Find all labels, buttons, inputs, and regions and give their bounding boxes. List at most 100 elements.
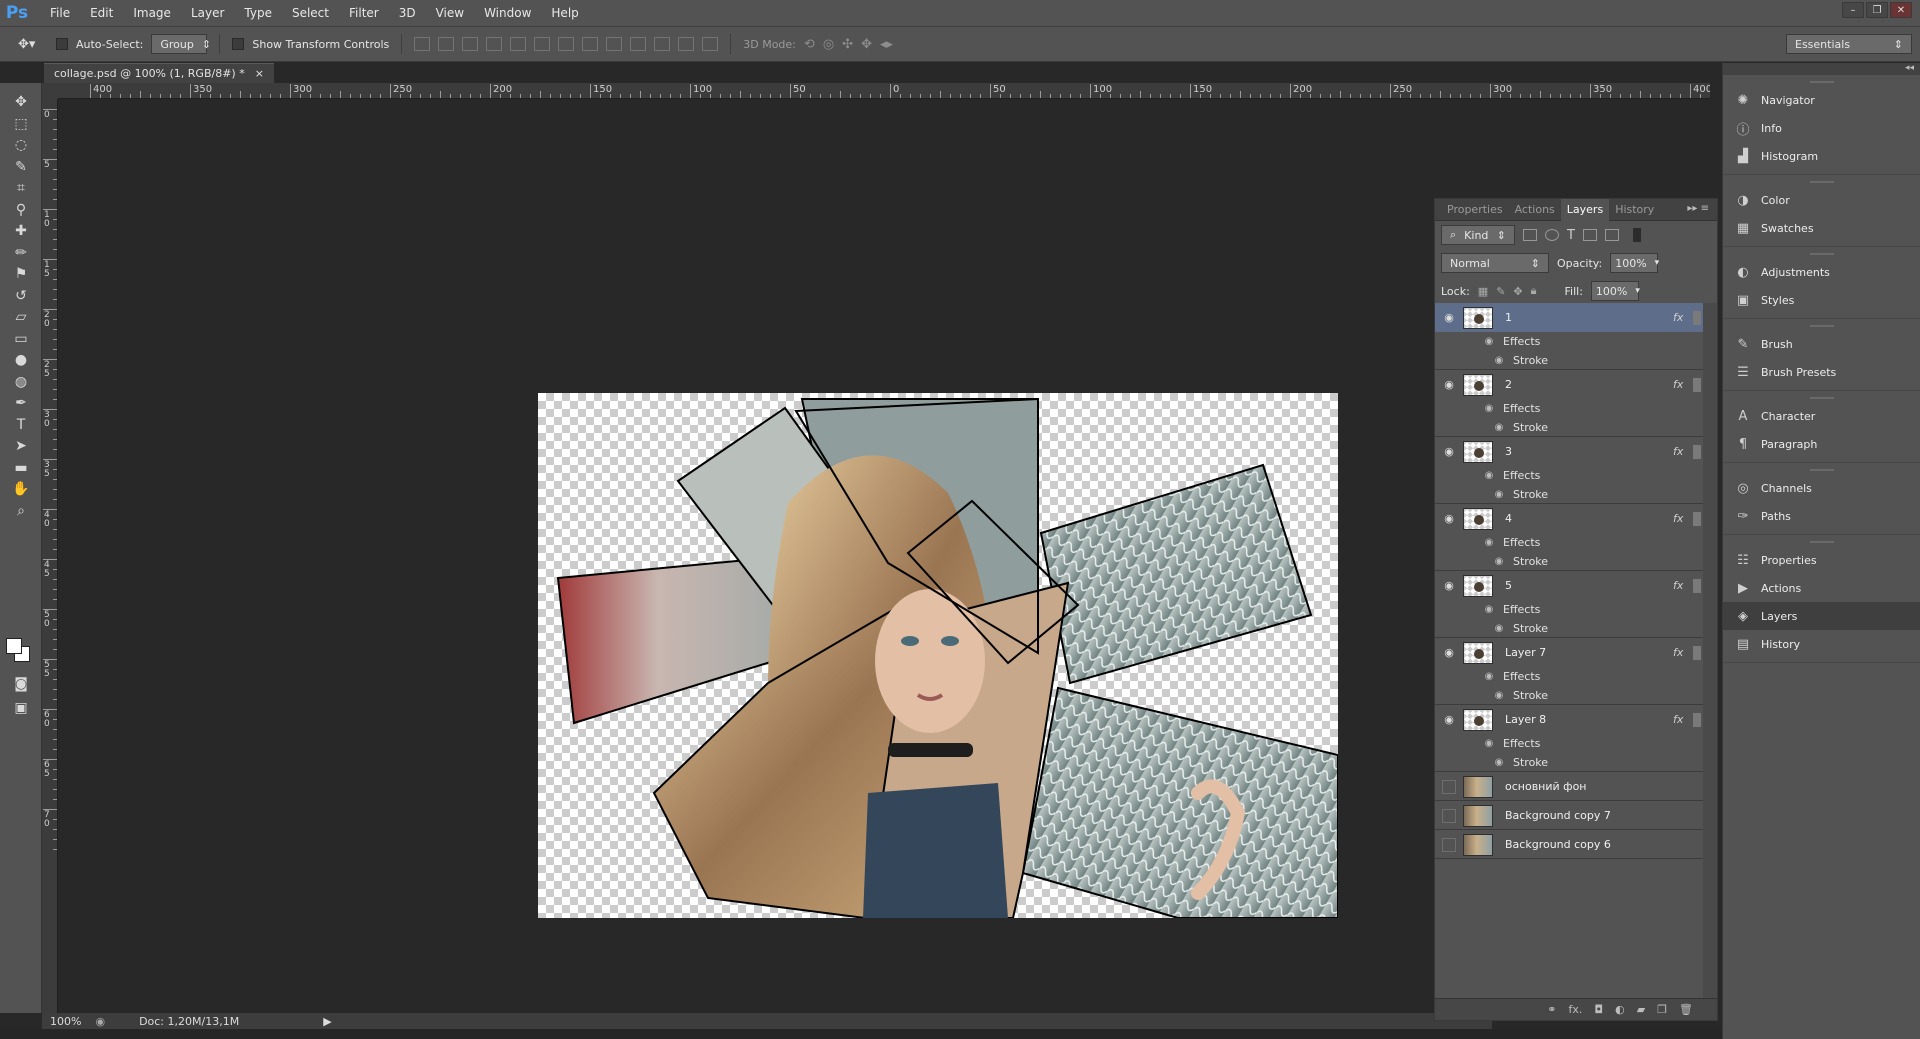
gradient-tool-icon[interactable]: ▭ (8, 328, 34, 350)
new-layer-icon[interactable]: ❐ (1657, 1003, 1667, 1016)
align-right-icon[interactable] (534, 37, 551, 51)
distribute-left-icon[interactable] (630, 37, 647, 51)
dock-item-actions[interactable]: ▶ Actions (1723, 574, 1920, 602)
show-transform-checkbox[interactable] (232, 38, 245, 50)
workspace-switcher[interactable]: Essentials ⇕ (1786, 34, 1912, 54)
trash-icon[interactable]: 🗑︎ (1679, 1003, 1693, 1016)
auto-select-dropdown[interactable]: Group ⇕ (151, 34, 211, 54)
tab-layers[interactable]: Layers (1560, 198, 1610, 221)
tab-history[interactable]: History (1609, 199, 1660, 221)
visibility-eye-icon[interactable]: ◉ (1435, 378, 1463, 391)
history-brush-tool-icon[interactable]: ↺ (8, 285, 34, 307)
effects-visibility-icon[interactable]: ◉ (1481, 336, 1497, 347)
expand-effects-toggle[interactable] (1693, 444, 1701, 459)
layer-fx-icon[interactable]: fx (1673, 512, 1687, 525)
dock-item-info[interactable]: ⓘ Info (1723, 114, 1920, 142)
effects-row[interactable]: ◉ Effects (1435, 332, 1705, 351)
layer-fx-icon[interactable]: fx (1673, 311, 1687, 324)
rectangle-tool-icon[interactable]: ▬ (8, 457, 34, 479)
dock-group-grip[interactable] (1809, 81, 1834, 83)
align-hcenter-icon[interactable] (510, 37, 527, 51)
expand-effects-toggle[interactable] (1693, 511, 1701, 526)
close-tab-icon[interactable]: × (255, 67, 264, 80)
folder-icon[interactable]: ▰ (1637, 1003, 1645, 1016)
visibility-eye-icon[interactable]: ◉ (1435, 311, 1463, 324)
effects-visibility-icon[interactable]: ◉ (1481, 470, 1497, 481)
mask-icon[interactable]: ◘ (1594, 1003, 1603, 1016)
effects-row[interactable]: ◉ Effects (1435, 466, 1705, 485)
screen-mode-icon[interactable]: ▣ (8, 697, 34, 719)
tab-properties[interactable]: Properties (1441, 199, 1509, 221)
layer-header[interactable]: ◉ 3 fx (1435, 437, 1705, 466)
lasso-tool-icon[interactable]: ◌ (8, 134, 34, 156)
layer-name[interactable]: Layer 8 (1505, 713, 1673, 726)
layer-name[interactable]: 4 (1505, 512, 1673, 525)
stroke-effect-row[interactable]: ◉ Stroke (1435, 619, 1705, 638)
dock-item-histogram[interactable]: ▟ Histogram (1723, 142, 1920, 170)
filter-toggle-icon[interactable] (1632, 228, 1641, 242)
zoom-level[interactable]: 100% (50, 1015, 81, 1028)
expand-effects-toggle[interactable] (1693, 712, 1701, 727)
blend-mode-dropdown[interactable]: Normal ⇕ (1441, 253, 1549, 273)
menu-view[interactable]: View (426, 0, 474, 26)
opacity-field[interactable]: 100% ▾ (1610, 253, 1659, 273)
hand-tool-icon[interactable]: ✋ (8, 478, 34, 500)
layer-name[interactable]: Background copy 6 (1505, 838, 1705, 851)
dock-group-grip[interactable] (1809, 325, 1834, 327)
adjustment-icon[interactable]: ◐ (1615, 1003, 1625, 1016)
layer-row[interactable]: ◉ 3 fx ◉ Effects ◉ Stroke (1435, 437, 1705, 504)
dock-item-color[interactable]: ◑ Color (1723, 186, 1920, 214)
align-left-icon[interactable] (486, 37, 503, 51)
3d-drag-icon[interactable]: ✣ (842, 37, 853, 52)
layer-row[interactable]: Background copy 7 (1435, 801, 1705, 830)
eyedropper-tool-icon[interactable]: ⚲ (8, 199, 34, 221)
align-vcenter-icon[interactable] (438, 37, 455, 51)
menu-filter[interactable]: Filter (339, 0, 389, 26)
marquee-tool-icon[interactable]: ⬚ (8, 113, 34, 135)
align-top-icon[interactable] (414, 37, 431, 51)
layer-row[interactable]: ◉ 1 fx ◉ Effects ◉ Stroke (1435, 303, 1705, 370)
layer-fx-icon[interactable]: fx (1673, 579, 1687, 592)
dock-group-grip[interactable] (1809, 253, 1834, 255)
stroke-visibility-icon[interactable]: ◉ (1491, 355, 1507, 366)
lock-image-icon[interactable]: ✎ (1496, 285, 1505, 298)
visibility-eye-icon[interactable]: ◉ (1435, 445, 1463, 458)
layer-header[interactable]: Background copy 7 (1435, 801, 1705, 830)
expand-effects-toggle[interactable] (1693, 310, 1701, 325)
document-canvas[interactable] (538, 393, 1338, 918)
3d-slide-icon[interactable]: ✥ (861, 37, 872, 52)
move-tool-icon[interactable]: ✥ (8, 91, 34, 113)
lock-transparent-icon[interactable]: ▦ (1478, 285, 1488, 298)
visibility-eye-icon[interactable]: ◉ (1435, 579, 1463, 592)
dock-item-paragraph[interactable]: ¶ Paragraph (1723, 430, 1920, 458)
menu-type[interactable]: Type (234, 0, 282, 26)
stroke-visibility-icon[interactable]: ◉ (1491, 556, 1507, 567)
kind-filter-dropdown[interactable]: ⌕ Kind ⇕ (1441, 225, 1515, 245)
effects-row[interactable]: ◉ Effects (1435, 600, 1705, 619)
layer-fx-icon[interactable]: fx (1673, 646, 1687, 659)
stroke-visibility-icon[interactable]: ◉ (1491, 757, 1507, 768)
effects-visibility-icon[interactable]: ◉ (1481, 403, 1497, 414)
visibility-eye-icon[interactable]: ◉ (1435, 713, 1463, 726)
dodge-tool-icon[interactable]: ◍ (8, 371, 34, 393)
layer-name[interactable]: 3 (1505, 445, 1673, 458)
filter-type-icon[interactable]: T (1567, 228, 1575, 243)
zoom-tool-icon[interactable]: ⌕ (8, 500, 34, 522)
layer-name[interactable]: 2 (1505, 378, 1673, 391)
stroke-effect-row[interactable]: ◉ Stroke (1435, 418, 1705, 437)
layer-header[interactable]: ◉ 5 fx (1435, 571, 1705, 600)
crop-tool-icon[interactable]: ⌗ (8, 177, 34, 199)
effects-row[interactable]: ◉ Effects (1435, 399, 1705, 418)
dock-item-character[interactable]: A Character (1723, 402, 1920, 430)
expand-effects-toggle[interactable] (1693, 645, 1701, 660)
distribute-hcenter-icon[interactable] (654, 37, 671, 51)
visibility-eye-icon[interactable]: ◉ (1435, 512, 1463, 525)
quick-select-tool-icon[interactable]: ✎ (8, 156, 34, 178)
layer-header[interactable]: Background copy 6 (1435, 830, 1705, 859)
visibility-toggle[interactable] (1442, 837, 1456, 852)
stroke-effect-row[interactable]: ◉ Stroke (1435, 552, 1705, 571)
expand-effects-toggle[interactable] (1693, 377, 1701, 392)
clone-stamp-tool-icon[interactable]: ⚑ (8, 263, 34, 285)
dock-item-swatches[interactable]: ▦ Swatches (1723, 214, 1920, 242)
layer-header[interactable]: основний фон (1435, 772, 1705, 801)
